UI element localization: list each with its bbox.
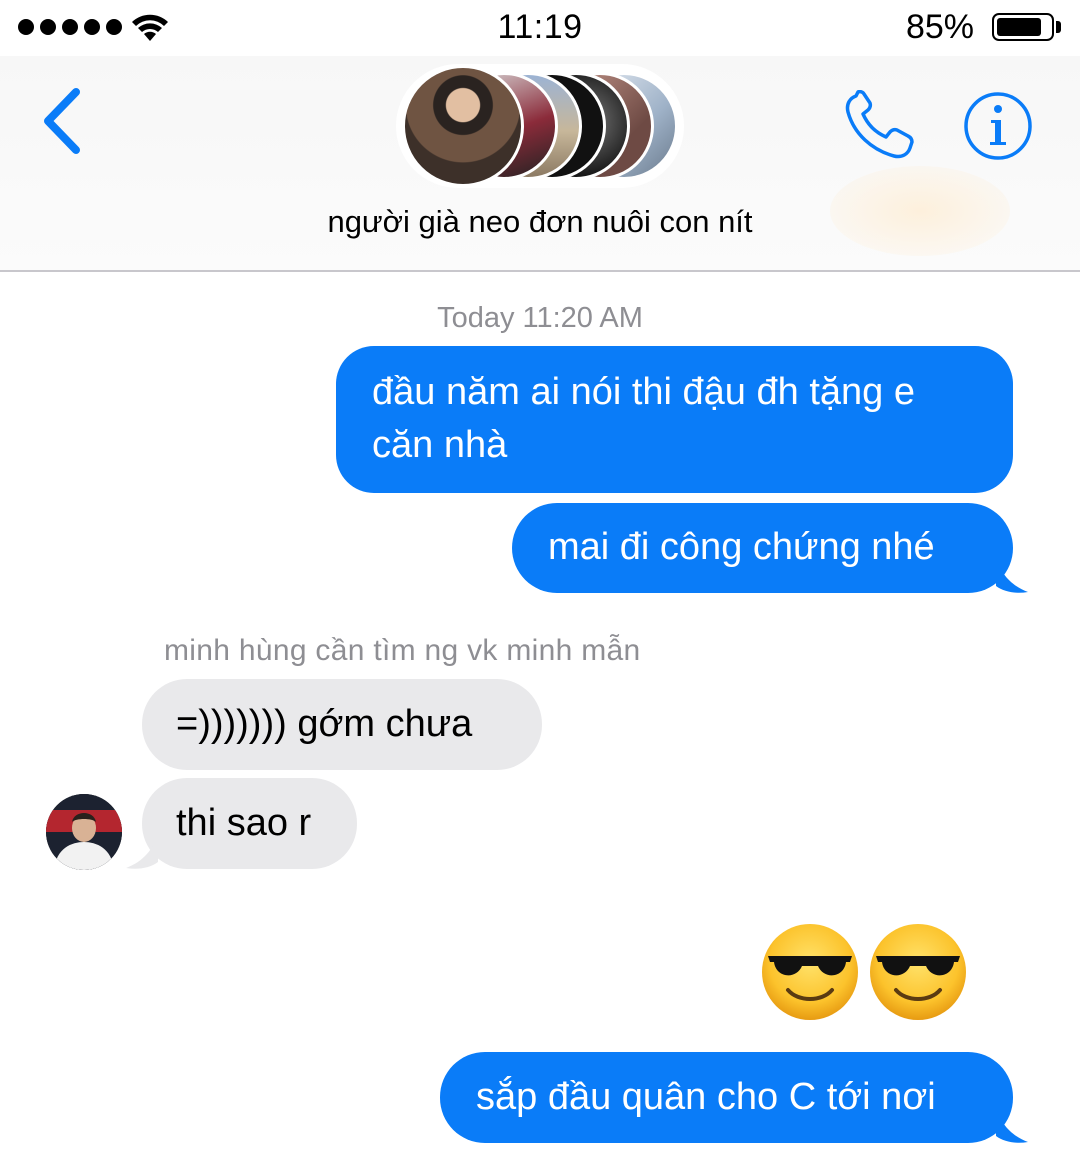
bubble-tail: [996, 1106, 1028, 1143]
battery-tip: [1056, 21, 1061, 33]
incoming-message-bubble[interactable]: thi sao r: [142, 778, 357, 869]
chevron-left-icon[interactable]: [36, 86, 96, 156]
message-text: thi sao r: [176, 802, 312, 844]
outgoing-message-bubble[interactable]: mai đi công chứng nhé: [512, 503, 1013, 593]
outgoing-message-bubble[interactable]: sắp đầu quân cho C tới nơi: [440, 1052, 1013, 1143]
battery-icon: [992, 13, 1054, 41]
status-bar: 11:19 85%: [0, 0, 1080, 56]
sender-name: minh hùng cần tìm ng vk minh mẫn: [164, 634, 641, 667]
bubble-tail: [126, 832, 158, 869]
info-icon[interactable]: [962, 90, 1034, 162]
message-text: mai đi công chứng nhé: [548, 526, 935, 568]
message-text: =))))))) gớm chưa: [176, 703, 473, 745]
group-avatar-stack[interactable]: [396, 64, 684, 188]
phone-icon[interactable]: [842, 90, 918, 162]
bubble-tail: [996, 556, 1028, 593]
message-text: đầu năm ai nói thi đậu đh tặng e căn nhà: [372, 371, 915, 466]
sunglasses-emoji: [870, 924, 966, 1020]
incoming-message-bubble[interactable]: =))))))) gớm chưa: [142, 679, 542, 770]
conversation-header: người già neo đơn nuôi con nít: [0, 56, 1080, 270]
contact-avatar-image: [46, 794, 122, 870]
battery-percentage: 85%: [905, 8, 974, 46]
contact-avatar[interactable]: [46, 794, 122, 870]
group-member-avatar: [402, 65, 524, 187]
group-name[interactable]: người già neo đơn nuôi con nít: [0, 204, 1080, 240]
header-divider: [0, 270, 1080, 272]
outgoing-message-bubble[interactable]: đầu năm ai nói thi đậu đh tặng e căn nhà: [336, 346, 1013, 493]
message-text: sắp đầu quân cho C tới nơi: [476, 1076, 936, 1118]
message-timestamp: Today 11:20 AM: [437, 302, 643, 334]
sunglasses-emoji: [762, 924, 858, 1020]
